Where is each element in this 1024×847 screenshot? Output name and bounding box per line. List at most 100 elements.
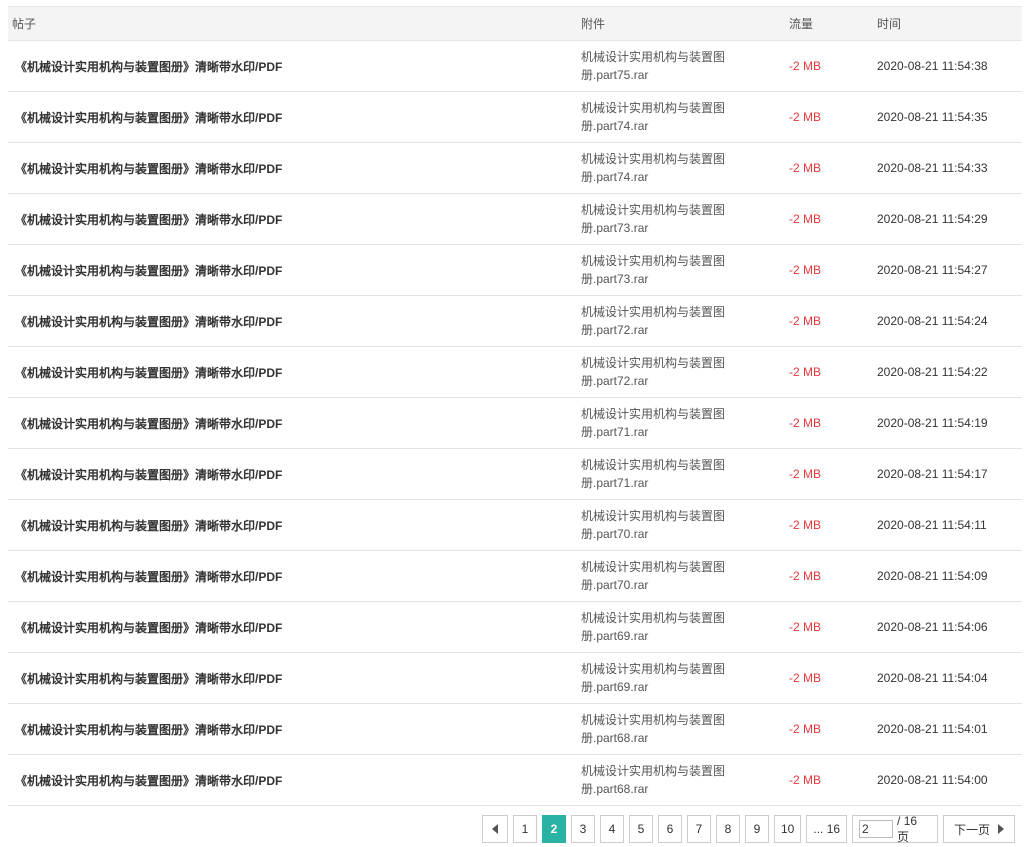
- flow-value: -2 MB: [789, 244, 877, 296]
- timestamp: 2020-08-21 11:54:04: [877, 652, 1022, 704]
- post-title-link[interactable]: 《机械设计实用机构与装置图册》清晰带水印/PDF: [8, 193, 581, 245]
- flow-value: -2 MB: [789, 295, 877, 347]
- next-page-label: 下一页: [954, 822, 991, 837]
- attachment-name: 机械设计实用机构与装置图册.part73.rar: [581, 254, 726, 286]
- attachment-name: 机械设计实用机构与装置图册.part72.rar: [581, 305, 726, 337]
- attachment-cell: 机械设计实用机构与装置图册.part75.rar: [581, 40, 789, 92]
- table-row: 《机械设计实用机构与装置图册》清晰带水印/PDF 机械设计实用机构与装置图册.pa…: [8, 550, 1022, 602]
- flow-value: -2 MB: [789, 142, 877, 194]
- attachment-cell: 机械设计实用机构与装置图册.part68.rar: [581, 754, 789, 806]
- column-header-flow: 流量: [789, 6, 877, 41]
- page-button[interactable]: 7: [687, 815, 711, 843]
- table-body: 《机械设计实用机构与装置图册》清晰带水印/PDF 机械设计实用机构与装置图册.pa…: [8, 40, 1022, 806]
- timestamp: 2020-08-21 11:54:17: [877, 448, 1022, 500]
- attachment-name: 机械设计实用机构与装置图册.part72.rar: [581, 356, 726, 388]
- attachment-name: 机械设计实用机构与装置图册.part69.rar: [581, 611, 726, 643]
- attachment-name: 机械设计实用机构与装置图册.part69.rar: [581, 662, 726, 694]
- page-button[interactable]: 10: [774, 815, 802, 843]
- attachment-cell: 机械设计实用机构与装置图册.part68.rar: [581, 703, 789, 755]
- column-header-time: 时间: [877, 6, 1022, 41]
- attachment-name: 机械设计实用机构与装置图册.part68.rar: [581, 713, 726, 745]
- page-button[interactable]: 4: [600, 815, 624, 843]
- page-button[interactable]: 3: [571, 815, 595, 843]
- timestamp: 2020-08-21 11:54:38: [877, 40, 1022, 92]
- attachment-name: 机械设计实用机构与装置图册.part74.rar: [581, 152, 726, 184]
- post-title-link[interactable]: 《机械设计实用机构与装置图册》清晰带水印/PDF: [8, 244, 581, 296]
- post-title-link[interactable]: 《机械设计实用机构与装置图册》清晰带水印/PDF: [8, 346, 581, 398]
- post-title-link[interactable]: 《机械设计实用机构与装置图册》清晰带水印/PDF: [8, 550, 581, 602]
- post-title-link[interactable]: 《机械设计实用机构与装置图册》清晰带水印/PDF: [8, 754, 581, 806]
- table-row: 《机械设计实用机构与装置图册》清晰带水印/PDF 机械设计实用机构与装置图册.pa…: [8, 499, 1022, 551]
- timestamp: 2020-08-21 11:54:33: [877, 142, 1022, 194]
- page-button[interactable]: 8: [716, 815, 740, 843]
- timestamp: 2020-08-21 11:54:01: [877, 703, 1022, 755]
- timestamp: 2020-08-21 11:54:22: [877, 346, 1022, 398]
- flow-value: -2 MB: [789, 754, 877, 806]
- table-row: 《机械设计实用机构与装置图册》清晰带水印/PDF 机械设计实用机构与装置图册.pa…: [8, 142, 1022, 194]
- attachment-cell: 机械设计实用机构与装置图册.part74.rar: [581, 142, 789, 194]
- post-title-link[interactable]: 《机械设计实用机构与装置图册》清晰带水印/PDF: [8, 142, 581, 194]
- attachment-cell: 机械设计实用机构与装置图册.part74.rar: [581, 91, 789, 143]
- flow-value: -2 MB: [789, 703, 877, 755]
- triangle-right-icon: [998, 824, 1005, 834]
- timestamp: 2020-08-21 11:54:27: [877, 244, 1022, 296]
- page-button[interactable]: 5: [629, 815, 653, 843]
- attachment-name: 机械设计实用机构与装置图册.part71.rar: [581, 458, 726, 490]
- timestamp: 2020-08-21 11:54:29: [877, 193, 1022, 245]
- flow-value: -2 MB: [789, 397, 877, 449]
- table-row: 《机械设计实用机构与装置图册》清晰带水印/PDF 机械设计实用机构与装置图册.pa…: [8, 652, 1022, 704]
- attachment-cell: 机械设计实用机构与装置图册.part72.rar: [581, 295, 789, 347]
- post-title-link[interactable]: 《机械设计实用机构与装置图册》清晰带水印/PDF: [8, 601, 581, 653]
- flow-value: -2 MB: [789, 91, 877, 143]
- attachment-name: 机械设计实用机构与装置图册.part70.rar: [581, 509, 726, 541]
- column-header-post: 帖子: [8, 6, 581, 41]
- post-title-link[interactable]: 《机械设计实用机构与装置图册》清晰带水印/PDF: [8, 448, 581, 500]
- post-title-link[interactable]: 《机械设计实用机构与装置图册》清晰带水印/PDF: [8, 397, 581, 449]
- timestamp: 2020-08-21 11:54:24: [877, 295, 1022, 347]
- table-row: 《机械设计实用机构与装置图册》清晰带水印/PDF 机械设计实用机构与装置图册.pa…: [8, 346, 1022, 398]
- table-row: 《机械设计实用机构与装置图册》清晰带水印/PDF 机械设计实用机构与装置图册.pa…: [8, 91, 1022, 143]
- attachment-name: 机械设计实用机构与装置图册.part74.rar: [581, 101, 726, 133]
- attachment-cell: 机械设计实用机构与装置图册.part71.rar: [581, 397, 789, 449]
- attachment-name: 机械设计实用机构与装置图册.part68.rar: [581, 764, 726, 796]
- post-title-link[interactable]: 《机械设计实用机构与装置图册》清晰带水印/PDF: [8, 499, 581, 551]
- post-title-link[interactable]: 《机械设计实用机构与装置图册》清晰带水印/PDF: [8, 703, 581, 755]
- attachment-log-panel: 帖子 附件 流量 时间 《机械设计实用机构与装置图册》清晰带水印/PDF 机械设计…: [8, 6, 1022, 806]
- page-jump: / 16 页: [852, 813, 939, 844]
- attachment-cell: 机械设计实用机构与装置图册.part71.rar: [581, 448, 789, 500]
- post-title-link[interactable]: 《机械设计实用机构与装置图册》清晰带水印/PDF: [8, 652, 581, 704]
- column-header-attachment: 附件: [581, 6, 789, 41]
- page-total-label: / 16 页: [897, 813, 918, 844]
- page-button-current[interactable]: 2: [542, 815, 566, 843]
- flow-value: -2 MB: [789, 448, 877, 500]
- table-row: 《机械设计实用机构与装置图册》清晰带水印/PDF 机械设计实用机构与装置图册.pa…: [8, 601, 1022, 653]
- table-row: 《机械设计实用机构与装置图册》清晰带水印/PDF 机械设计实用机构与装置图册.pa…: [8, 448, 1022, 500]
- attachment-name: 机械设计实用机构与装置图册.part71.rar: [581, 407, 726, 439]
- attachment-cell: 机械设计实用机构与装置图册.part70.rar: [581, 550, 789, 602]
- last-page-button[interactable]: ... 16: [806, 815, 848, 843]
- page-jump-input[interactable]: [859, 820, 894, 838]
- table-row: 《机械设计实用机构与装置图册》清晰带水印/PDF 机械设计实用机构与装置图册.pa…: [8, 40, 1022, 92]
- attachment-cell: 机械设计实用机构与装置图册.part69.rar: [581, 652, 789, 704]
- attachment-cell: 机械设计实用机构与装置图册.part73.rar: [581, 244, 789, 296]
- next-page-button[interactable]: 下一页: [943, 815, 1016, 843]
- page-button[interactable]: 6: [658, 815, 682, 843]
- prev-page-button[interactable]: [482, 815, 508, 843]
- post-title-link[interactable]: 《机械设计实用机构与装置图册》清晰带水印/PDF: [8, 91, 581, 143]
- post-title-link[interactable]: 《机械设计实用机构与装置图册》清晰带水印/PDF: [8, 295, 581, 347]
- table-row: 《机械设计实用机构与装置图册》清晰带水印/PDF 机械设计实用机构与装置图册.pa…: [8, 703, 1022, 755]
- timestamp: 2020-08-21 11:54:11: [877, 499, 1022, 551]
- page-number-list: 1 2 3 4 5 6 7 8 9 10: [513, 815, 806, 843]
- table-row: 《机械设计实用机构与装置图册》清晰带水印/PDF 机械设计实用机构与装置图册.pa…: [8, 193, 1022, 245]
- page-button[interactable]: 1: [513, 815, 537, 843]
- timestamp: 2020-08-21 11:54:35: [877, 91, 1022, 143]
- flow-value: -2 MB: [789, 652, 877, 704]
- flow-value: -2 MB: [789, 499, 877, 551]
- flow-value: -2 MB: [789, 193, 877, 245]
- flow-value: -2 MB: [789, 550, 877, 602]
- post-title-link[interactable]: 《机械设计实用机构与装置图册》清晰带水印/PDF: [8, 40, 581, 92]
- page-button[interactable]: 9: [745, 815, 769, 843]
- flow-value: -2 MB: [789, 40, 877, 92]
- flow-value: -2 MB: [789, 601, 877, 653]
- attachment-name: 机械设计实用机构与装置图册.part70.rar: [581, 560, 726, 592]
